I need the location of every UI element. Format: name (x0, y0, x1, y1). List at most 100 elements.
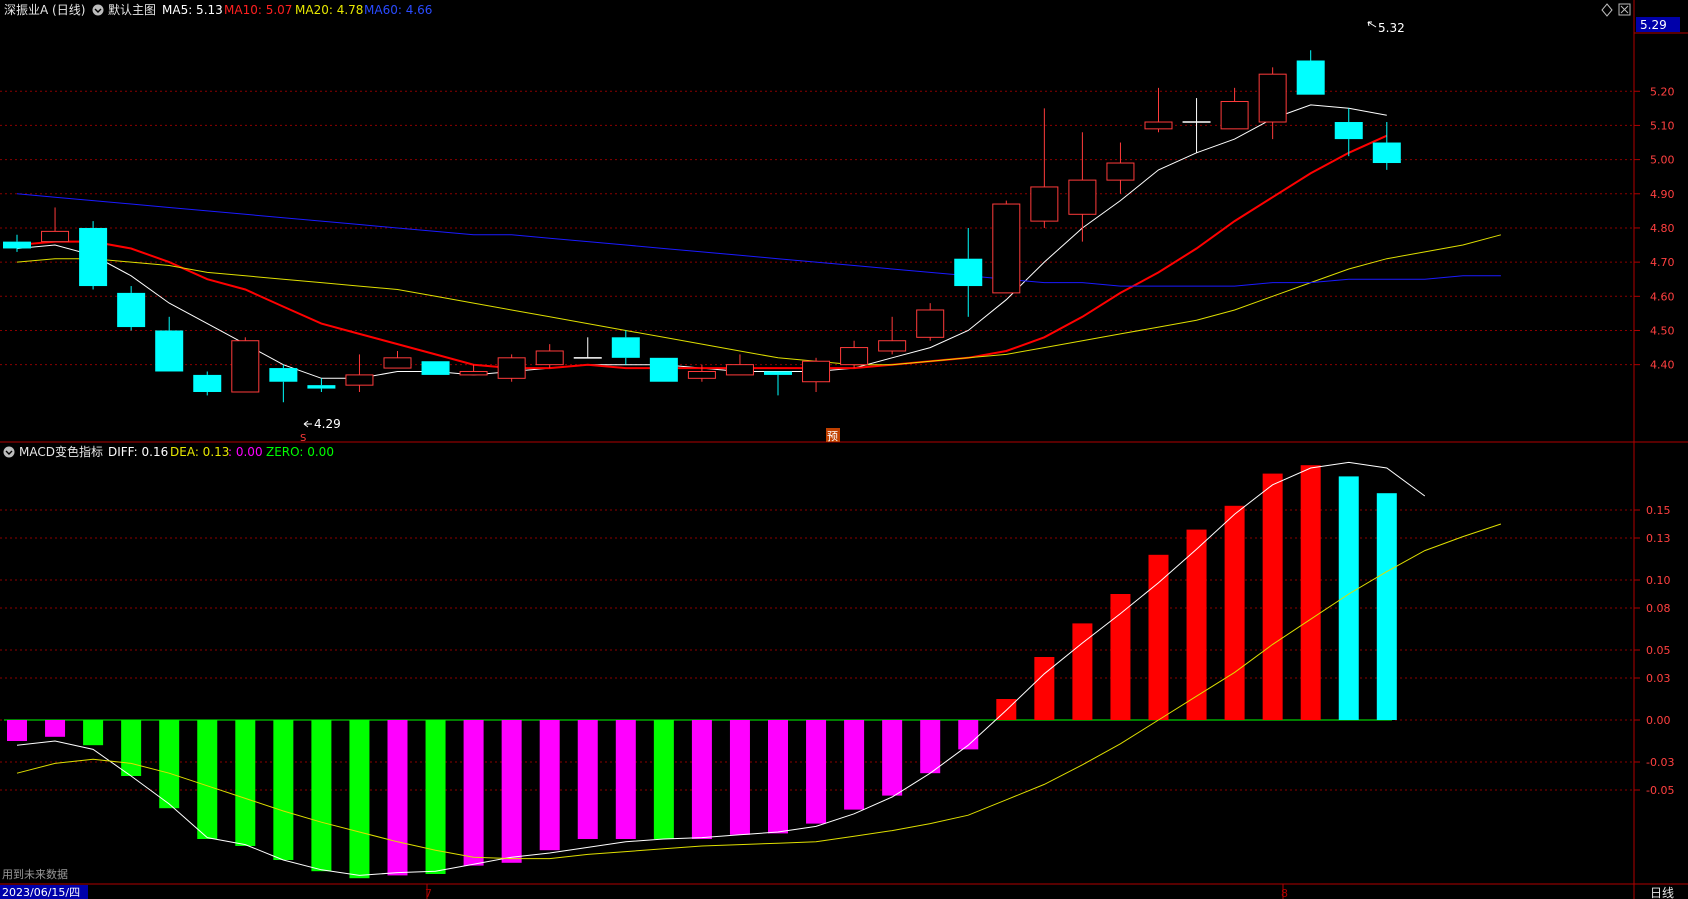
candle-body (1258, 73, 1287, 123)
macd-bar[interactable] (311, 720, 332, 872)
ma5-label: MA5: 5.13 (162, 3, 223, 17)
macd-bar[interactable] (1262, 473, 1283, 720)
macd-tick-label: 0.15 (1646, 504, 1671, 517)
candle[interactable] (992, 200, 1021, 294)
candle-body (421, 361, 450, 375)
main-chart-toggle[interactable] (92, 4, 104, 16)
candle-body (840, 347, 869, 366)
macd-value-label: : 0.00 (228, 445, 263, 459)
candle-body (764, 371, 792, 375)
macd-bar[interactable] (539, 720, 560, 851)
macd-tick-label: 0.10 (1646, 574, 1671, 587)
price-tick-label: 4.40 (1650, 359, 1675, 372)
macd-bar[interactable] (83, 720, 104, 746)
candle-body (1220, 101, 1249, 130)
candle-body (41, 230, 70, 243)
macd-bar[interactable] (729, 720, 750, 835)
macd-bar[interactable] (1224, 505, 1245, 720)
candle-body (1372, 142, 1401, 164)
candle-body (155, 330, 184, 372)
zero-label: ZERO: 0.00 (266, 445, 334, 459)
candle[interactable] (79, 221, 108, 290)
macd-bar[interactable] (45, 720, 66, 737)
future-data-warning: 用到未来数据 (2, 867, 68, 881)
macd-bar[interactable] (806, 720, 827, 824)
candle[interactable] (421, 361, 450, 375)
macd-bar[interactable] (387, 720, 408, 876)
macd-bar[interactable] (425, 720, 446, 874)
candle-body (916, 309, 945, 338)
candle-body (1334, 122, 1363, 140)
chevron-down-icon[interactable] (92, 4, 104, 16)
macd-bar[interactable] (7, 720, 27, 741)
macd-bar[interactable] (1110, 594, 1131, 720)
candle-body (383, 357, 412, 369)
ma20-label: MA20: 4.78 (295, 3, 363, 17)
candle-body (307, 385, 336, 389)
ma60-label: MA60: 4.66 (364, 3, 432, 17)
macd-bar[interactable] (653, 720, 674, 839)
price-tick-label: 5.00 (1650, 154, 1675, 167)
candle-body (497, 357, 526, 379)
macd-bar[interactable] (235, 720, 256, 846)
chevron-down-icon[interactable] (3, 446, 15, 458)
price-tick-label: 4.60 (1650, 290, 1675, 303)
macd-bar[interactable] (691, 720, 712, 839)
candle-body (649, 357, 678, 382)
price-tick-label: 4.80 (1650, 222, 1675, 235)
candle-body (1030, 186, 1059, 222)
macd-title[interactable]: MACD变色指标 (19, 444, 103, 459)
candle[interactable] (193, 371, 222, 396)
candle-body (611, 337, 640, 358)
candle-body (231, 340, 260, 393)
candle-body (1144, 121, 1173, 130)
candle[interactable] (649, 357, 678, 382)
macd-bar[interactable] (1034, 657, 1055, 720)
current-price-tag: 5.29 (1636, 17, 1680, 32)
macd-bar[interactable] (844, 720, 865, 810)
candle-body (459, 370, 488, 376)
macd-bar[interactable] (501, 720, 522, 863)
candle[interactable] (497, 354, 526, 382)
macd-bar[interactable] (121, 720, 142, 776)
high-price-label: 5.32 (1378, 21, 1405, 35)
ma10-label: MA10: 5.07 (224, 3, 292, 17)
candle-body (878, 340, 907, 352)
price-tick-label: 5.10 (1650, 119, 1675, 132)
candle-body (535, 350, 564, 366)
candle[interactable] (231, 337, 260, 393)
macd-tick-label: -0.05 (1646, 784, 1674, 797)
macd-bar[interactable] (463, 720, 484, 866)
candle-body (954, 258, 983, 287)
candle-body (992, 203, 1021, 294)
macd-bar[interactable] (273, 720, 294, 860)
dea-label: DEA: 0.13 (170, 445, 229, 459)
macd-tick-label: 0.03 (1646, 672, 1671, 685)
forecast-label: 预 (827, 430, 838, 443)
candle-body (1068, 179, 1097, 215)
period-label[interactable]: 日线 (1650, 886, 1674, 899)
candle-body (269, 368, 298, 382)
low-price-label: 4.29 (314, 417, 341, 431)
macd-bar[interactable] (1148, 554, 1169, 720)
macd-bar[interactable] (882, 720, 903, 796)
candle-body (802, 360, 831, 383)
ex-right-marker: S (300, 433, 306, 444)
diff-label: DIFF: 0.16 (108, 445, 168, 459)
macd-bar[interactable] (920, 720, 941, 774)
stock-title: 深振业A (日线) (4, 3, 85, 17)
macd-bar[interactable] (768, 720, 788, 834)
macd-bar[interactable] (349, 720, 370, 879)
macd-bar[interactable] (615, 720, 636, 839)
macd-tick-label: 0.08 (1646, 602, 1671, 615)
macd-tick-label: 0.05 (1646, 644, 1671, 657)
macd-bar[interactable] (159, 720, 180, 809)
main-chart-label[interactable]: 默认主图 (108, 2, 156, 17)
macd-bar[interactable] (1300, 465, 1321, 720)
macd-bar[interactable] (1376, 493, 1397, 720)
macd-bar[interactable] (197, 720, 218, 839)
price-tick-label: 4.70 (1650, 256, 1675, 269)
forecast-marker[interactable]: 预 (826, 428, 840, 443)
candle-body (345, 374, 374, 386)
macd-bar[interactable] (577, 720, 598, 839)
